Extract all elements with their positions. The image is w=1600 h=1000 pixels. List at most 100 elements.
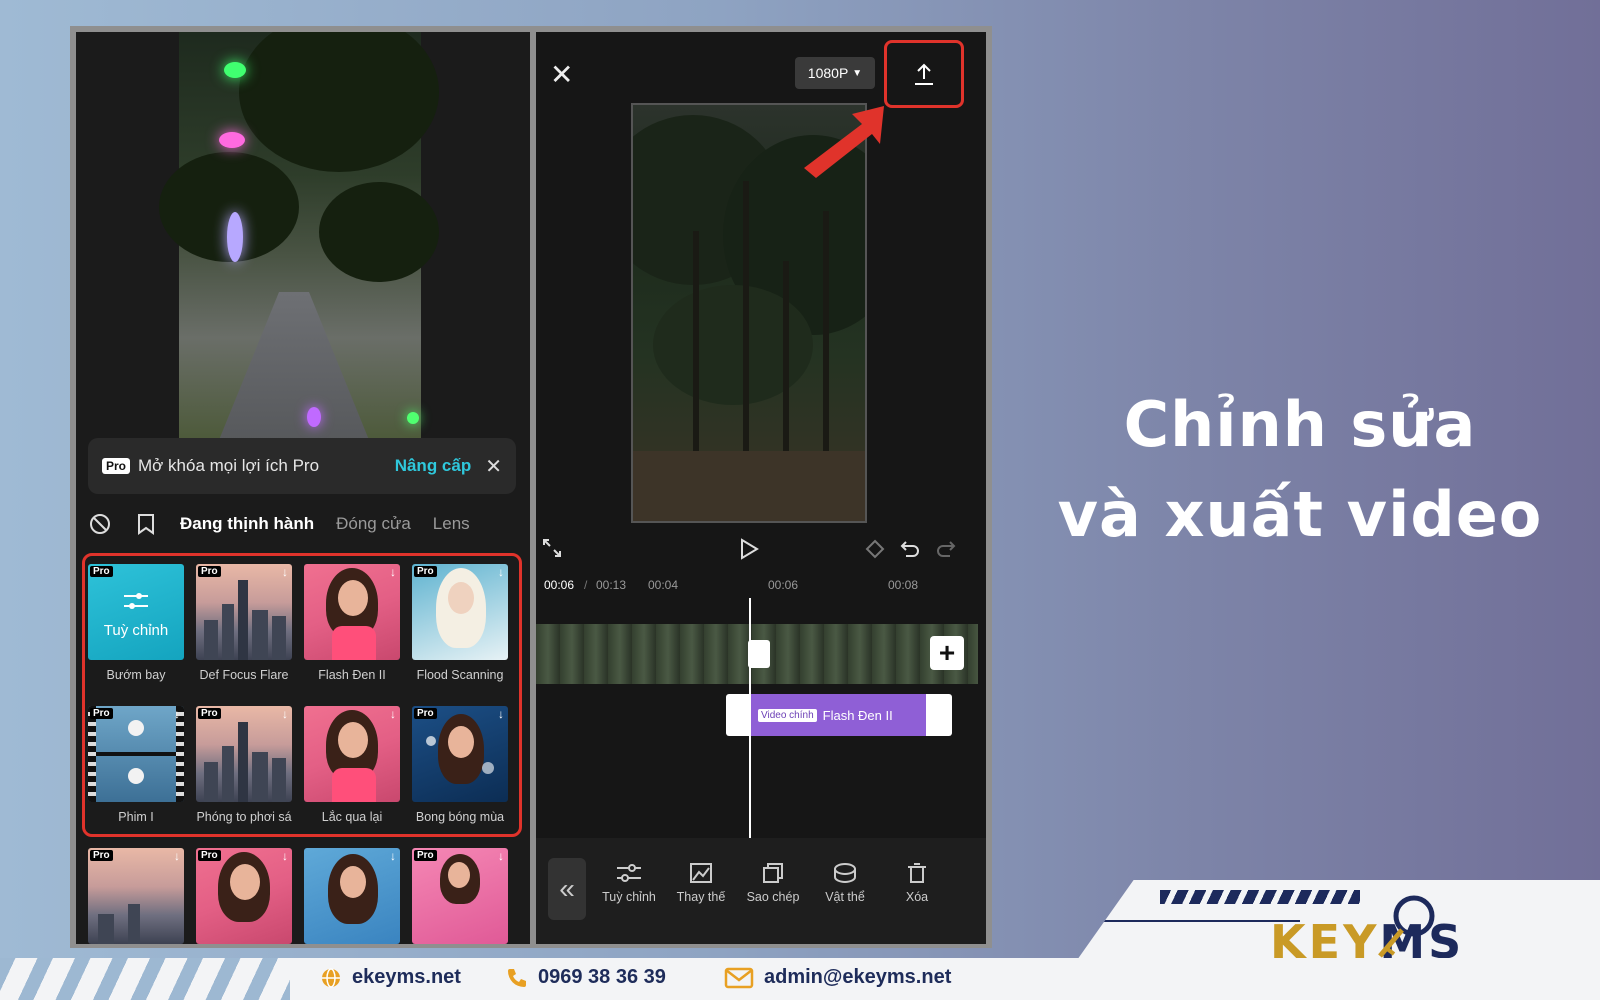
add-clip-button[interactable]: + <box>930 636 964 670</box>
effect-thumbnail: Pro ↓ <box>412 848 508 944</box>
effect-thumbnail: Pro ↓ <box>412 706 508 802</box>
download-icon: ↓ <box>174 849 180 863</box>
footer-email[interactable]: admin@ekeyms.net <box>724 966 951 989</box>
tool-object[interactable]: Vật thể <box>810 862 880 904</box>
resolution-value: 1080P <box>807 65 849 81</box>
effect-card[interactable]: ↓ Flash Đen II <box>304 564 400 682</box>
download-icon: ↓ <box>390 707 396 721</box>
pro-badge: Pro <box>198 850 221 861</box>
tool-label: Tuỳ chỉnh <box>602 890 656 904</box>
effect-card[interactable]: ↓ Lắc qua lại <box>304 706 400 824</box>
effect-card[interactable]: Pro Tuỳ chỉnh Bướm bay <box>88 564 184 682</box>
object-icon <box>834 863 856 883</box>
no-effect-icon[interactable] <box>88 512 112 536</box>
ruler-mark: 00:08 <box>888 578 919 592</box>
pro-badge: Pro <box>102 458 131 474</box>
keyframe-icon[interactable] <box>864 538 886 565</box>
clip-split-handle[interactable] <box>748 640 770 668</box>
sliders-icon <box>617 864 641 882</box>
effect-thumbnail: Pro ↓ <box>88 706 184 802</box>
mail-icon <box>724 967 754 988</box>
footer-phone[interactable]: 0969 38 36 39 <box>506 966 666 989</box>
tool-replace[interactable]: Thay thế <box>666 862 736 904</box>
tool-delete[interactable]: Xóa <box>882 862 952 904</box>
pro-badge: Pro <box>414 850 437 861</box>
close-icon[interactable]: ✕ <box>485 454 502 479</box>
download-icon: ↓ <box>498 849 504 863</box>
resolution-dropdown[interactable]: 1080P ▼ <box>795 57 875 89</box>
export-button[interactable] <box>884 40 964 108</box>
ruler-mark: 00:04 <box>648 578 679 592</box>
close-icon[interactable]: ✕ <box>550 58 573 91</box>
tool-label: Vật thể <box>825 890 865 904</box>
effect-preview <box>159 32 439 440</box>
effect-thumbnail: ↓ <box>304 564 400 660</box>
effect-category-tabs: Đang thịnh hành Đóng cửa Lens <box>76 494 530 554</box>
caret-down-icon: ▼ <box>852 67 863 79</box>
phone-icon <box>508 968 526 987</box>
phone-text: 0969 38 36 39 <box>538 966 666 988</box>
download-icon: ↓ <box>498 565 504 579</box>
effect-thumbnail: Pro ↓ <box>88 848 184 944</box>
tool-label: Xóa <box>905 890 929 904</box>
upload-icon <box>915 63 933 85</box>
download-icon: ↓ <box>390 565 396 579</box>
download-icon: ↓ <box>498 707 504 721</box>
replace-image-icon <box>690 863 712 883</box>
trash-icon <box>908 863 926 883</box>
tab-lens[interactable]: Lens <box>433 514 470 534</box>
footer-bar: ekeyms.net 0969 38 36 39 admin@ekeyms.ne… <box>0 958 1600 1000</box>
key-logo-icon <box>1378 895 1435 958</box>
effect-card[interactable]: Pro ↓ Flood Scanning <box>412 564 508 682</box>
pro-badge: Pro <box>198 708 221 719</box>
download-icon: ↓ <box>282 707 288 721</box>
effect-card[interactable]: Pro ↓ <box>196 848 292 944</box>
tab-closing[interactable]: Đóng cửa <box>336 514 411 534</box>
play-icon[interactable] <box>739 538 759 565</box>
effect-card[interactable]: Pro ↓ Phim I <box>88 706 184 824</box>
clip-name: Flash Đen II <box>822 707 893 723</box>
effect-thumbnail: Pro ↓ <box>412 564 508 660</box>
tab-trending[interactable]: Đang thịnh hành <box>180 514 314 534</box>
redo-icon[interactable] <box>936 538 956 563</box>
playhead[interactable] <box>749 598 751 874</box>
pro-badge: Pro <box>414 708 437 719</box>
download-icon: ↓ <box>174 707 180 721</box>
website-text: ekeyms.net <box>352 966 461 988</box>
effect-card[interactable]: Pro ↓ <box>88 848 184 944</box>
effect-thumbnail: Pro ↓ <box>196 848 292 944</box>
effect-label: Lắc qua lại <box>321 810 383 824</box>
undo-icon[interactable] <box>900 538 920 563</box>
copy-icon <box>763 863 783 883</box>
back-chevron-icon[interactable]: « <box>548 858 586 920</box>
customize-label: Tuỳ chỉnh <box>103 622 169 639</box>
tool-copy[interactable]: Sao chép <box>738 862 808 904</box>
effect-card[interactable]: Pro ↓ Def Focus Flare <box>196 564 292 682</box>
headline-line-2: và xuất video <box>1057 478 1543 551</box>
bottom-toolbar: « Tuỳ chỉnh Thay thế Sao chép Vật thể Xó… <box>536 838 986 944</box>
time-separator: / <box>584 578 588 592</box>
effect-card[interactable]: Pro ↓ Bong bóng mùa <box>412 706 508 824</box>
time-current: 00:06 <box>544 578 575 592</box>
tool-label: Thay thế <box>676 890 726 904</box>
effect-card[interactable]: Pro ↓ Phóng to phơi sá <box>196 706 292 824</box>
bookmark-icon[interactable] <box>134 512 158 536</box>
upgrade-button[interactable]: Nâng cấp <box>395 456 472 476</box>
effect-clip[interactable]: Video chính Flash Đen II <box>726 694 952 736</box>
effect-label: Flood Scanning <box>416 668 504 682</box>
fullscreen-icon[interactable] <box>542 538 562 563</box>
editor-panel: ✕ 1080P ▼ 00:06 / 00:13 00:04 00:06 00:0… <box>536 32 986 944</box>
effect-label: Bong bóng mùa <box>415 810 505 824</box>
effect-thumbnail: Pro Tuỳ chỉnh <box>88 564 184 660</box>
effect-thumbnail: ↓ <box>304 706 400 802</box>
effect-thumbnail: Pro ↓ <box>196 564 292 660</box>
tool-label: Sao chép <box>746 890 800 904</box>
footer-website[interactable]: ekeyms.net <box>320 966 461 989</box>
effect-card[interactable]: Pro ↓ <box>412 848 508 944</box>
tool-adjust[interactable]: Tuỳ chỉnh <box>594 862 664 904</box>
pro-badge: Pro <box>198 566 221 577</box>
globe-icon <box>322 967 340 988</box>
effect-label: Def Focus Flare <box>199 668 289 682</box>
timeline-ruler: 00:06 / 00:13 00:04 00:06 00:08 <box>536 572 986 602</box>
effect-card[interactable]: ↓ <box>304 848 400 944</box>
